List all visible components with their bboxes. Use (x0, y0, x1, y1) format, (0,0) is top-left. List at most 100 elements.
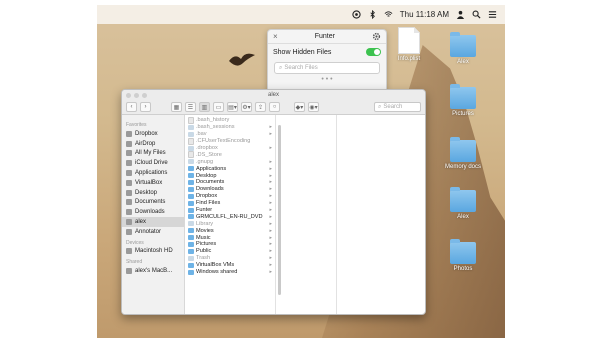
desktop-icon-folder[interactable]: Pictures (441, 84, 485, 117)
back-button[interactable]: ‹ (126, 102, 137, 112)
file-list-item[interactable]: .DS_Store (185, 151, 275, 159)
folder-icon (188, 159, 194, 165)
sidebar-item-icon (126, 170, 132, 177)
folder-icon (188, 200, 194, 206)
sidebar-item[interactable]: alex (122, 217, 184, 227)
file-name: Applications (196, 165, 227, 172)
folder-icon (188, 145, 194, 151)
chevron-right-icon: ▸ (269, 241, 272, 248)
file-list-item[interactable]: Windows shared ▸ (185, 269, 275, 276)
spotlight-search-icon[interactable] (472, 10, 481, 19)
sidebar-item[interactable]: VirtualBox (122, 178, 184, 188)
cover-flow-button[interactable]: ▭ (213, 102, 224, 112)
sidebar-item[interactable]: Macintosh HD (122, 247, 184, 257)
file-list-item[interactable]: .gnupg ▸ (185, 158, 275, 165)
file-list-item[interactable]: Dropbox ▸ (185, 193, 275, 200)
sidebar-item-label: Applications (135, 170, 168, 177)
tags-button[interactable]: ○ (269, 102, 280, 112)
forward-button[interactable]: › (140, 102, 151, 112)
window-title: alex (267, 92, 279, 98)
file-list-item[interactable]: .dropbox ▸ (185, 145, 275, 152)
sidebar-item-icon (126, 209, 132, 216)
file-list-item[interactable]: Trash ▸ (185, 255, 275, 262)
close-icon[interactable]: × (273, 32, 278, 41)
bluetooth-icon[interactable] (368, 10, 377, 19)
file-name: .DS_Store (196, 151, 222, 158)
chevron-right-icon: ▸ (269, 213, 272, 220)
funter-menubar-icon[interactable] (352, 10, 361, 19)
dropbox-toolbar-button[interactable]: ◆▾ (294, 102, 305, 112)
user-icon[interactable] (456, 10, 465, 19)
file-list-item[interactable]: GRMCULFL_EN-RU_DVD ▸ (185, 213, 275, 220)
folder-icon (188, 179, 194, 185)
folder-icon (188, 193, 194, 199)
sidebar-item[interactable]: iCloud Drive (122, 158, 184, 168)
notification-center-icon[interactable] (488, 10, 497, 19)
file-list-item[interactable]: Public ▸ (185, 248, 275, 255)
share-button[interactable]: ⇪ (255, 102, 266, 112)
sidebar-item[interactable]: All My Files (122, 149, 184, 159)
sidebar-item[interactable]: Dropbox (122, 129, 184, 139)
sidebar-item[interactable]: Documents (122, 197, 184, 207)
file-list-item[interactable]: .CFUserTextEncoding (185, 137, 275, 145)
icon-view-button[interactable]: ▦ (171, 102, 182, 112)
sidebar-item[interactable]: Applications (122, 168, 184, 178)
file-list-item[interactable]: Music ▸ (185, 234, 275, 241)
folder-icon (188, 131, 194, 137)
file-list-item[interactable]: Pictures ▸ (185, 241, 275, 248)
file-list-item[interactable]: Find Files ▸ (185, 200, 275, 207)
list-view-button[interactable]: ☰ (185, 102, 196, 112)
folder-icon (188, 235, 194, 241)
sidebar-item[interactable]: alex's MacB... (122, 266, 184, 276)
folder-icon (188, 221, 194, 227)
finder-search-input[interactable]: ⌕ Search (374, 102, 421, 112)
file-list-item[interactable]: Movies ▸ (185, 227, 275, 234)
action-gear-button[interactable]: ⚙▾ (241, 102, 252, 112)
chevron-right-icon: ▸ (269, 165, 272, 172)
chevron-right-icon: ▸ (269, 227, 272, 234)
search-files-input[interactable]: ⌕ Search Files (274, 62, 380, 74)
sidebar-item[interactable]: Desktop (122, 188, 184, 198)
desktop-icon-file[interactable]: Info.plist (387, 27, 431, 62)
file-list-item[interactable]: .bav ▸ (185, 131, 275, 138)
sidebar-item-label: iCloud Drive (135, 160, 168, 167)
folder-icon (188, 262, 194, 268)
desktop-icon-label: Info.plist (397, 56, 421, 62)
menubar-clock[interactable]: Thu 11:18 AM (400, 10, 449, 19)
show-hidden-files-toggle[interactable] (366, 48, 381, 56)
desktop-icon-folder[interactable]: Alex (441, 32, 485, 65)
sidebar-item[interactable]: Annotator (122, 227, 184, 237)
file-name: Find Files (196, 200, 221, 207)
sidebar-section-heading: Favorites (126, 122, 147, 128)
file-list-item[interactable]: Funter ▸ (185, 207, 275, 214)
file-list-item[interactable]: VirtualBox VMs ▸ (185, 262, 275, 269)
arrange-button[interactable]: ▤▾ (227, 102, 238, 112)
column-view-button[interactable]: ▥ (199, 102, 210, 112)
sidebar-item-label: AirDrop (135, 140, 156, 147)
file-list-item[interactable]: Applications ▸ (185, 165, 275, 172)
desktop-icon-folder[interactable]: Alex (441, 187, 485, 220)
folder-icon (188, 228, 194, 234)
desktop-icon-folder[interactable]: Memory docs (441, 137, 485, 170)
desktop-icon-folder[interactable]: Photos (441, 239, 485, 272)
desktop-icon-label: Pictures (452, 111, 474, 117)
gear-icon[interactable] (372, 32, 381, 41)
file-list-item[interactable]: Documents ▸ (185, 179, 275, 186)
menu-bar: Thu 11:18 AM (97, 5, 505, 24)
file-list-item[interactable]: Desktop ▸ (185, 172, 275, 179)
column-scrollbar[interactable] (278, 125, 281, 295)
sidebar-item-label: Annotator (135, 228, 162, 235)
sidebar-item[interactable]: Downloads (122, 207, 184, 217)
file-list-item[interactable]: Downloads ▸ (185, 186, 275, 193)
file-list-item[interactable]: .bash_sessions ▸ (185, 124, 275, 131)
file-list-item[interactable]: Library ▸ (185, 220, 275, 227)
file-name: .bav (196, 131, 207, 138)
sidebar-item-label: alex (135, 218, 147, 225)
sidebar-item[interactable]: AirDrop (122, 139, 184, 149)
wifi-icon[interactable] (384, 10, 393, 19)
more-dots[interactable]: • • • (268, 76, 386, 84)
funter-toolbar-button[interactable]: ◉▾ (308, 102, 319, 112)
desktop-icon-label: Alex (457, 59, 469, 65)
file-icon (188, 116, 194, 124)
file-list-item[interactable]: .bash_history (185, 116, 275, 124)
